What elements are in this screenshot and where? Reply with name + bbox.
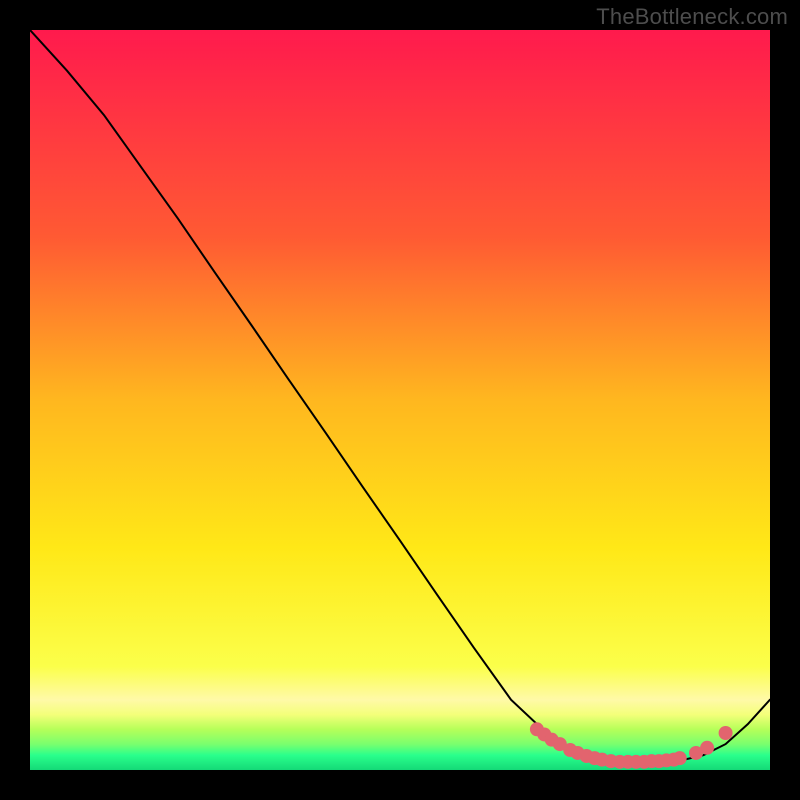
bottleneck-curve <box>30 30 770 762</box>
data-points-group <box>530 722 733 769</box>
plot-area <box>30 30 770 770</box>
curve-layer <box>30 30 770 770</box>
data-point <box>700 741 714 755</box>
data-point <box>719 726 733 740</box>
data-point <box>673 751 687 765</box>
watermark-text: TheBottleneck.com <box>596 4 788 30</box>
